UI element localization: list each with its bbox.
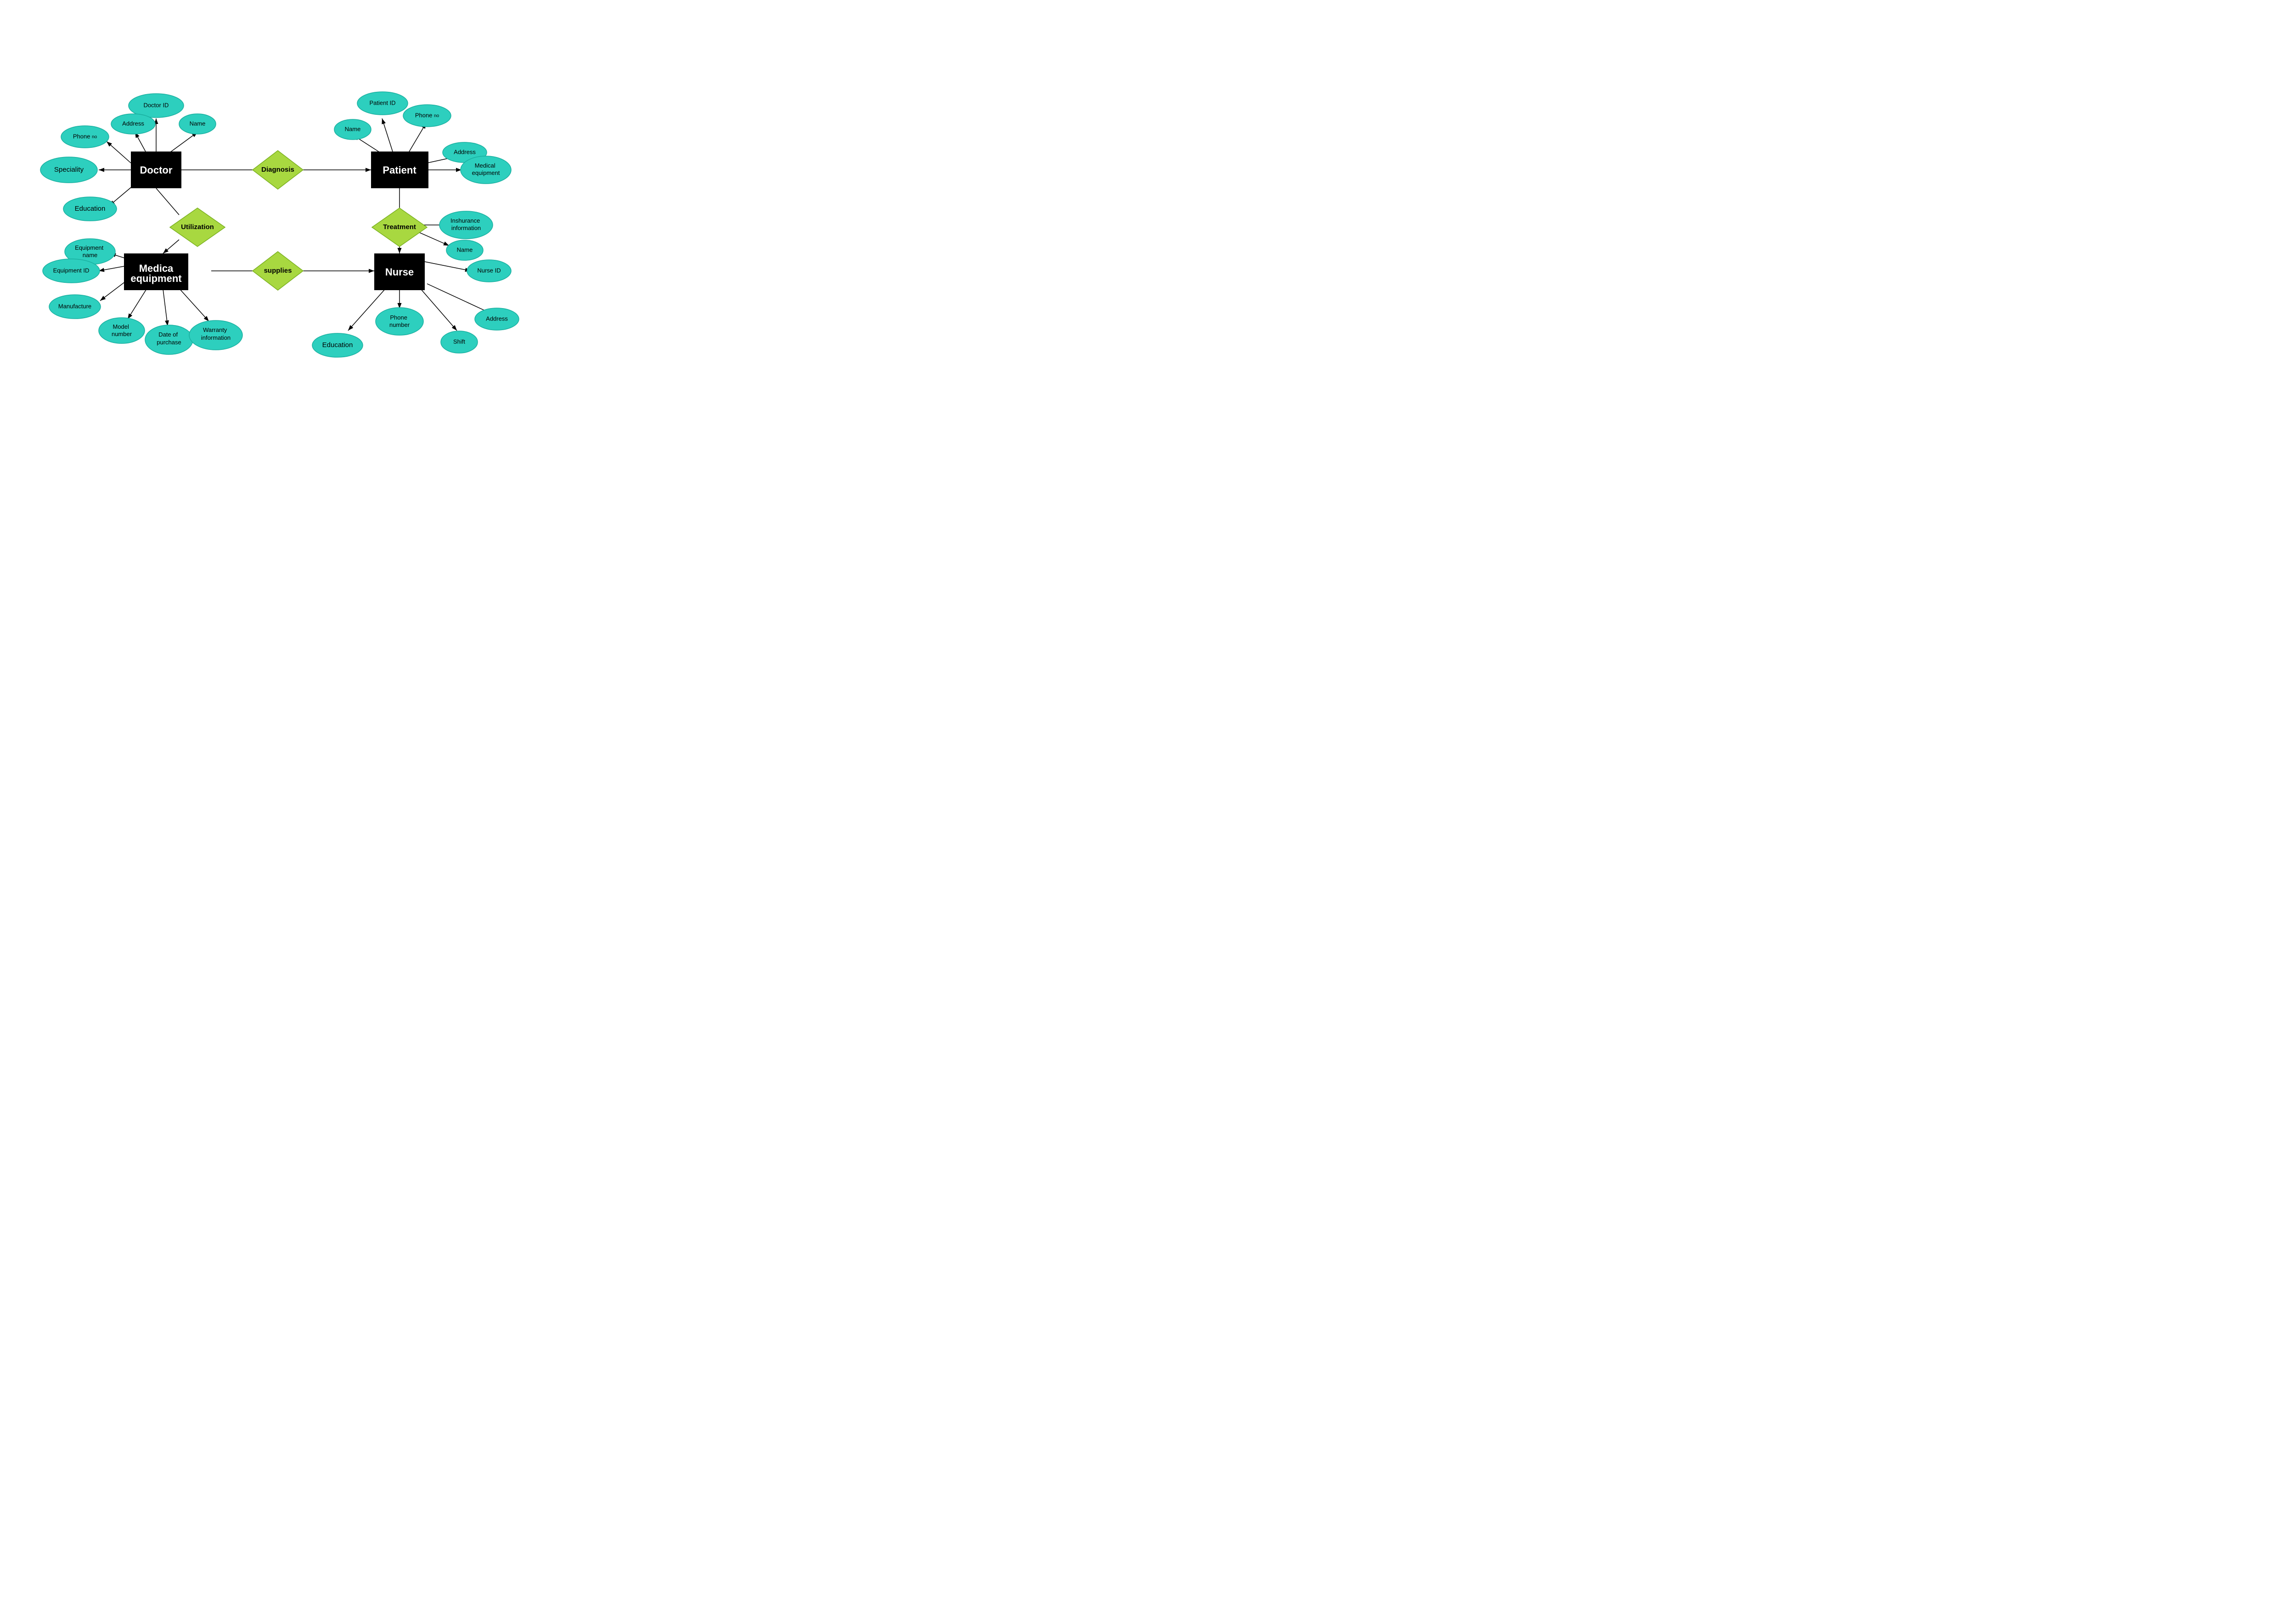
attr-doctor-education: Education [63, 197, 117, 221]
line-utilization-medeq [163, 240, 179, 253]
attr-warranty: Warranty information [189, 320, 242, 350]
diagnosis-label: Diagnosis [261, 166, 294, 174]
attr-date-purchase: Date of purchase [145, 325, 193, 354]
attr-patient-id: Patient ID [357, 92, 408, 115]
attr-treatment-name: Name [446, 240, 483, 260]
attr-nurse-phone: Phone number [376, 308, 423, 335]
attr-doctor-phone-label: Phone no [73, 133, 97, 140]
supplies-diamond: supplies [253, 252, 303, 290]
attr-equipment-id: Equipment ID [43, 259, 100, 283]
nurse-entity: Nurse [374, 253, 425, 290]
diagnosis-diamond: Diagnosis [253, 151, 303, 189]
attr-treatment-name-label: Name [457, 246, 473, 253]
line-patient-phone [409, 123, 426, 152]
line-treatment-name [418, 232, 449, 246]
attr-nurse-phone-line1: Phone number [389, 314, 410, 328]
treatment-label: Treatment [383, 223, 416, 231]
line-nurse-id [425, 262, 471, 271]
patient-label: Patient [383, 164, 416, 176]
attr-speciality-label: Speciality [54, 166, 84, 174]
line-doctor-phone [107, 141, 131, 163]
medeq-label-line2: equipment [130, 273, 182, 284]
er-diagram: Diagnosis Utilization supplies Treatment… [0, 0, 597, 413]
attr-patient-name: Name [334, 119, 371, 140]
attr-manufacture: Manufacture [49, 295, 101, 319]
attr-insurance-line1: Inshurance information [450, 217, 482, 231]
line-medeq-eqid [99, 266, 124, 271]
attr-patientid-label: Patient ID [369, 99, 395, 106]
attr-nurse-id: Nurse ID [467, 260, 511, 282]
attr-model-number: Model number [99, 318, 145, 343]
patient-entity: Patient [371, 152, 428, 188]
line-doctor-address [135, 132, 146, 152]
attr-nurse-address-label: Address [486, 315, 508, 322]
line-patient-id [382, 118, 393, 152]
attr-patient-name-label: Name [345, 125, 361, 132]
attr-patient-phone-label: Phone no [415, 112, 439, 118]
line-medeq-date [163, 289, 168, 326]
attr-doctor-address-label: Address [122, 120, 144, 127]
utilization-label: Utilization [181, 223, 214, 231]
attr-model-line1: Model number [112, 323, 132, 337]
attr-patient-address-label: Address [454, 148, 476, 155]
attr-patient-medeq-line1: Medical equipment [472, 162, 500, 176]
line-medeq-warranty [179, 288, 209, 321]
attr-nurse-shift: Shift [441, 331, 478, 353]
attr-nurseid-label: Nurse ID [477, 267, 501, 274]
attr-doctor-name-label: Name [190, 120, 206, 127]
line-nurse-address [427, 284, 490, 313]
attr-doctor-id-label: Doctor ID [144, 101, 169, 108]
attr-manufacture-label: Manufacture [58, 303, 91, 309]
line-doctor-utilization [156, 188, 179, 215]
nurse-label: Nurse [385, 266, 414, 278]
attr-nurse-education: Education [312, 333, 363, 357]
attr-doctor-name: Name [179, 114, 216, 134]
attr-doctor-address: Address [111, 114, 155, 134]
attr-patient-medeq: Medical equipment [461, 156, 511, 184]
treatment-diamond: Treatment [372, 208, 427, 247]
doctor-entity: Doctor [131, 152, 181, 188]
attr-nurse-address: Address [475, 308, 519, 330]
line-doctor-name [170, 132, 197, 152]
line-medeq-model [128, 288, 147, 319]
attr-nurse-education-label: Education [322, 341, 353, 349]
attr-patient-phone: Phone no [403, 105, 451, 127]
attr-insurance: Inshurance information [439, 211, 493, 239]
doctor-label: Doctor [140, 164, 173, 176]
attr-doctor-phone: Phone no [61, 126, 109, 148]
attr-eqid-label: Equipment ID [53, 267, 90, 274]
attr-doctor-education-label: Education [75, 205, 106, 213]
medical-equipment-entity: Medica equipment [124, 253, 188, 290]
attr-shift-label: Shift [453, 338, 465, 345]
supplies-label: supplies [264, 267, 292, 275]
attr-doctor-speciality: Speciality [40, 157, 97, 183]
